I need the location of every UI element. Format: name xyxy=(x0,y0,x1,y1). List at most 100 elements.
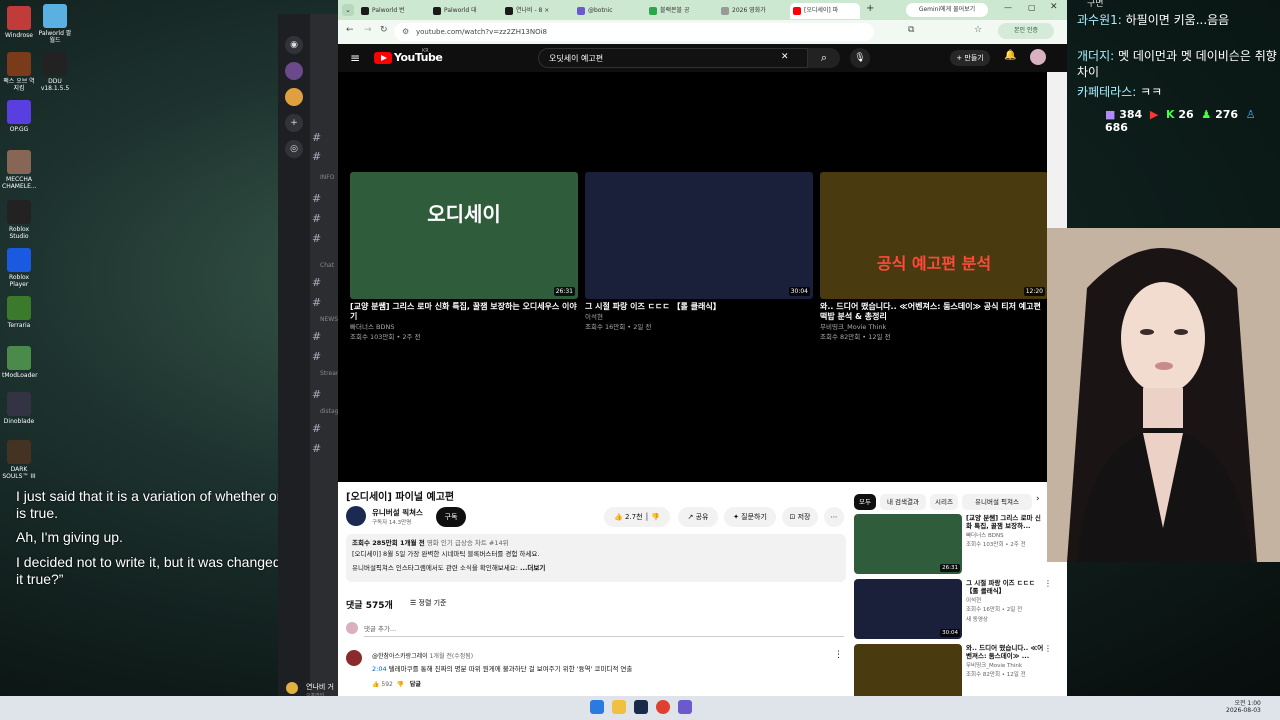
add-server-icon[interactable]: + xyxy=(285,114,303,132)
desktop-icon[interactable]: tModLoader xyxy=(2,346,38,379)
video-channel[interactable]: 이석현 xyxy=(585,312,813,322)
browser-tab[interactable]: 2026 영화가 xyxy=(718,3,788,19)
browser-tab[interactable]: Palworld 대 xyxy=(430,3,500,19)
extensions-icon[interactable]: ⧉ xyxy=(908,25,914,35)
video-thumbnail[interactable]: 30:04 xyxy=(585,172,813,299)
filter-chip[interactable]: 모두 xyxy=(854,494,876,510)
search-button[interactable]: ⌕ xyxy=(808,48,840,68)
comment-actions[interactable]: 👍 592 👎 답글 xyxy=(372,679,421,688)
chip-next-icon[interactable]: › xyxy=(1036,494,1040,504)
desktop-icon[interactable]: 팩스 오브 역지킴 xyxy=(2,52,36,92)
clock[interactable]: 오전 1:00 2026-08-03 xyxy=(1226,698,1261,714)
share-button[interactable]: ↗ 공유 xyxy=(678,507,718,527)
filter-chip[interactable]: 시리즈 xyxy=(930,494,958,510)
file-explorer-icon[interactable] xyxy=(612,700,626,714)
channel-hash-icon[interactable]: # xyxy=(312,131,321,144)
desktop-icon[interactable]: Palworld 팔월드 xyxy=(38,4,72,44)
desktop-icon[interactable]: DDU v18.1.5.5 xyxy=(38,52,72,92)
desktop-icon[interactable]: Terraria xyxy=(2,296,36,329)
video-menu-icon[interactable]: ⋮ xyxy=(1044,579,1052,588)
menu-icon[interactable]: ≡ xyxy=(350,51,360,65)
url-bar[interactable]: ⚙ youtube.com/watch?v=zz2ZH13NOi8 xyxy=(394,23,874,41)
channel-hash-icon[interactable]: # xyxy=(312,330,321,343)
category-news[interactable]: NEWS xyxy=(320,316,338,323)
video-thumbnail[interactable]: 오디세이 26:31 xyxy=(350,172,578,299)
tab-search-icon[interactable]: ⌄ xyxy=(342,4,354,16)
channel-hash-icon[interactable]: # xyxy=(312,296,321,309)
mic-icon[interactable]: 🎙 xyxy=(850,48,870,68)
create-button[interactable]: + 만들기 xyxy=(950,50,990,66)
channel-hash-icon[interactable]: # xyxy=(312,276,321,289)
steam-icon[interactable] xyxy=(634,700,648,714)
channel-hash-icon[interactable]: # xyxy=(312,192,321,205)
video-channel[interactable]: 무비띵크_Movie Think xyxy=(820,322,1048,332)
channel-hash-icon[interactable]: # xyxy=(312,150,321,163)
discord-home-icon[interactable]: ◉ xyxy=(285,36,303,54)
close-icon[interactable]: ✕ xyxy=(1050,2,1058,12)
category-distag[interactable]: distag xyxy=(320,408,338,415)
channel-hash-icon[interactable]: # xyxy=(312,232,321,245)
channel-hash-icon[interactable]: # xyxy=(312,442,321,455)
browser-tab[interactable]: Palworld 번 xyxy=(358,3,428,19)
video-title[interactable]: 그 시절 파랑 이즈 ㄷㄷㄷ 【롤 클래식】 xyxy=(966,579,1046,595)
bookmark-star-icon[interactable]: ☆ xyxy=(974,25,982,35)
video-title[interactable]: 와.. 드디어 떴습니다.. ≪어벤져스: 둠스데이≫ ... xyxy=(966,644,1046,660)
video-menu-icon[interactable]: ⋮ xyxy=(1044,644,1052,653)
comment-menu-icon[interactable]: ⋮ xyxy=(834,650,843,660)
new-tab-icon[interactable]: + xyxy=(866,3,874,14)
filter-chip[interactable]: 내 검색결과 xyxy=(880,494,926,510)
add-comment-input[interactable]: 댓글 추가... xyxy=(364,623,844,637)
avatar[interactable] xyxy=(1030,49,1046,65)
back-icon[interactable]: ← xyxy=(346,25,354,35)
description-box[interactable]: 조회수 285만회 1개월 전 영화 인기 급상승 차트 #14위 [오디세이]… xyxy=(346,534,846,582)
browser-tab[interactable]: 블랙몬블 공 xyxy=(646,3,716,19)
category-chat[interactable]: Chat xyxy=(320,262,334,269)
subscribe-button[interactable]: 구독 xyxy=(436,507,466,527)
chrome-icon[interactable] xyxy=(656,700,670,714)
video-title[interactable]: [교양 분쌤] 그리스 로마 신화 특집, 꿀잼 보장하... xyxy=(966,514,1046,530)
save-button[interactable]: ⊡ 저장 xyxy=(782,507,818,527)
ask-button[interactable]: ✦ 질문하기 xyxy=(724,507,776,527)
explore-icon[interactable]: ◎ xyxy=(285,140,303,158)
discord-icon[interactable] xyxy=(678,700,692,714)
video-title[interactable]: [교양 분쌤] 그리스 로마 신화 특집, 꿀잼 보장하는 오디세우스 이야기 xyxy=(350,302,578,322)
notifications-icon[interactable]: 🔔 xyxy=(1004,50,1016,61)
video-thumbnail[interactable]: 26:31 xyxy=(854,514,962,574)
desktop-icon[interactable]: Roblox Studio xyxy=(2,200,36,240)
comment-timestamp-link[interactable]: 2:04 xyxy=(372,665,387,673)
youtube-logo-icon[interactable] xyxy=(374,52,392,64)
desktop-icon[interactable]: Windrose xyxy=(2,6,36,39)
start-icon[interactable] xyxy=(590,700,604,714)
avatar[interactable] xyxy=(286,682,298,694)
video-channel[interactable]: 빠더너스 BDNS xyxy=(966,532,1004,540)
clear-search-icon[interactable]: ✕ xyxy=(781,52,789,62)
channel-name[interactable]: 유니버설 픽쳐스 xyxy=(372,507,423,518)
maximize-icon[interactable]: ▢ xyxy=(1028,3,1036,12)
video-channel[interactable]: 무비띵크_Movie Think xyxy=(966,662,1022,670)
channel-avatar[interactable] xyxy=(346,506,366,526)
site-info-icon[interactable]: ⚙ xyxy=(402,23,409,41)
desktop-icon[interactable]: OP.GG xyxy=(2,100,36,133)
desktop-icon[interactable]: DARK SOULS™ III xyxy=(2,440,36,480)
filter-chip[interactable]: 유니버설 픽쳐스 xyxy=(962,494,1032,510)
minimize-icon[interactable]: — xyxy=(1004,3,1012,12)
recommended-video[interactable]: 30:04 그 시절 파랑 이즈 ㄷㄷㄷ 【롤 클래식】 이석현 조회수 16만회 •… xyxy=(854,579,1054,639)
video-title[interactable]: 그 시절 파랑 이즈 ㄷㄷㄷ 【롤 클래식】 xyxy=(585,302,813,312)
profile-chip[interactable]: 본인 인증 xyxy=(998,23,1054,39)
channel-hash-icon[interactable]: # xyxy=(312,212,321,225)
desktop-icon[interactable]: Dinoblade xyxy=(2,392,36,425)
video-thumbnail[interactable] xyxy=(854,644,962,704)
channel-hash-icon[interactable]: # xyxy=(312,422,321,435)
video-channel[interactable]: 빠더너스 BDNS xyxy=(350,322,578,332)
category-info[interactable]: INFO xyxy=(320,174,334,181)
channel-hash-icon[interactable]: # xyxy=(312,350,321,363)
video-channel[interactable]: 이석현 xyxy=(966,597,981,605)
show-more-link[interactable]: ...더보기 xyxy=(520,564,545,572)
video-thumbnail[interactable]: 30:04 xyxy=(854,579,962,639)
gemini-tab[interactable]: Gemini에게 물어보기 xyxy=(906,3,988,17)
comment-avatar[interactable] xyxy=(346,650,362,666)
recommended-video[interactable]: 26:31 [교양 분쌤] 그리스 로마 신화 특집, 꿀잼 보장하... 빠더너스… xyxy=(854,514,1054,574)
browser-tab[interactable]: [오디세이] 파 xyxy=(790,3,860,19)
like-button[interactable]: 👍 2.7천 │ 👎 xyxy=(604,507,670,527)
server-icon[interactable] xyxy=(285,62,303,80)
